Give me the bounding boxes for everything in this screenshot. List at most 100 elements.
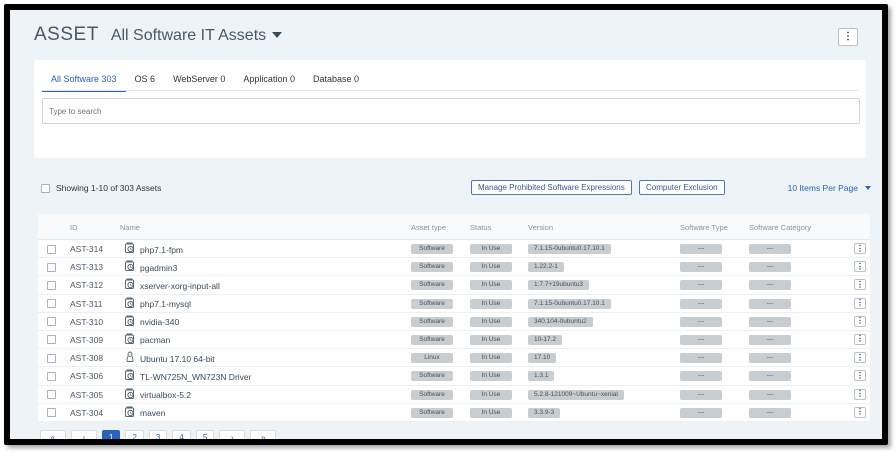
row-menu-button[interactable]: ⋮ [854, 352, 866, 364]
col-version[interactable]: Version [528, 223, 553, 232]
asset-id[interactable]: AST-305 [70, 390, 103, 400]
last-page-button[interactable]: » [250, 430, 277, 439]
row-checkbox[interactable] [47, 299, 56, 309]
row-checkbox[interactable] [47, 280, 56, 290]
page-4-button[interactable]: 4 [172, 430, 191, 439]
asset-type-badge: Software [411, 280, 453, 291]
asset-name[interactable]: Ubuntu 17.10 64-bit [140, 354, 215, 364]
page-5-button[interactable]: 5 [195, 430, 215, 439]
page-menu-button[interactable]: ⋮ [838, 28, 858, 46]
row-menu-button[interactable]: ⋮ [854, 388, 866, 400]
row-checkbox[interactable] [47, 353, 56, 363]
table-row[interactable]: AST-309 pacman Software In Use 10-17.2 --- ---… [38, 331, 870, 350]
kebab-menu-icon: ⋮ [856, 261, 864, 271]
row-checkbox[interactable] [47, 262, 56, 272]
asset-type-badge: Software [411, 262, 453, 273]
software-category-badge: --- [749, 389, 791, 400]
asset-name[interactable]: php7.1-mysql [140, 299, 191, 309]
next-page-button[interactable]: › [219, 430, 246, 439]
view-selector[interactable]: All Software IT Assets [111, 27, 283, 45]
col-id[interactable]: ID [70, 223, 78, 232]
software-category-badge: --- [749, 262, 791, 273]
asset-name[interactable]: pgadmin3 [140, 263, 177, 273]
table-row[interactable]: AST-310 nvidia-340 Software In Use 340.104-0… [38, 313, 870, 331]
row-checkbox[interactable] [47, 317, 56, 327]
table-row[interactable]: AST-306 TL-WN725N_WN723N Driver Software In… [38, 367, 870, 386]
select-all-checkbox[interactable] [41, 183, 50, 193]
software-type-badge: --- [680, 353, 722, 364]
table-row[interactable]: AST-313 pgadmin3 Software In Use 1.22.2-1 ---… [38, 258, 870, 277]
manage-prohibited-button[interactable]: Manage Prohibited Software Expressions [471, 180, 632, 195]
tab-webserver[interactable]: WebServer 0 [164, 70, 234, 92]
version-badge: 1.3.1 [528, 371, 555, 382]
table-row[interactable]: AST-305 virtualbox-5.2 Software In Use 5.2.8… [38, 386, 870, 404]
kebab-menu-icon: ⋮ [843, 31, 853, 42]
software-type-badge: --- [680, 389, 722, 400]
row-menu-button[interactable]: ⋮ [854, 406, 866, 418]
software-type-badge: --- [680, 371, 722, 382]
asset-name[interactable]: xserver-xorg-input-all [140, 281, 220, 291]
asset-name[interactable]: nvidia-340 [140, 317, 179, 327]
asset-id[interactable]: AST-308 [70, 353, 103, 363]
page-1-button[interactable]: 1 [102, 430, 121, 439]
asset-type-badge: Software [411, 371, 453, 382]
col-status[interactable]: Status [470, 223, 491, 232]
table-row[interactable]: AST-311 php7.1-mysql Software In Use 7.1.15-… [38, 295, 870, 313]
row-menu-button[interactable]: ⋮ [854, 261, 866, 273]
kebab-menu-icon: ⋮ [856, 298, 864, 308]
software-category-badge: --- [749, 334, 791, 345]
search-input[interactable] [42, 98, 860, 124]
asset-id[interactable]: AST-314 [70, 244, 103, 254]
first-page-button[interactable]: « [40, 430, 66, 439]
software-package-icon [124, 315, 136, 327]
prev-page-button[interactable]: ‹ [71, 430, 97, 439]
row-checkbox[interactable] [47, 408, 56, 418]
tab-database[interactable]: Database 0 [304, 70, 368, 92]
page-3-button[interactable]: 3 [148, 430, 168, 439]
filter-card: All Software 303 OS 6 WebServer 0 Applicati… [34, 60, 866, 158]
row-menu-button[interactable]: ⋮ [854, 370, 866, 382]
asset-name[interactable]: virtualbox-5.2 [140, 390, 191, 400]
col-asset-type[interactable]: Asset type [411, 223, 446, 232]
asset-id[interactable]: AST-306 [70, 371, 103, 381]
asset-id[interactable]: AST-309 [70, 335, 103, 345]
row-checkbox[interactable] [47, 335, 56, 345]
row-menu-button[interactable]: ⋮ [854, 297, 866, 309]
table-row[interactable]: AST-304 maven Software In Use 3.3.9-3 --- --- ⋮ [38, 404, 870, 422]
page-2-button[interactable]: 2 [125, 430, 144, 439]
asset-id[interactable]: AST-311 [70, 299, 102, 309]
row-checkbox[interactable] [47, 244, 56, 254]
row-checkbox[interactable] [47, 371, 56, 381]
row-menu-button[interactable]: ⋮ [854, 279, 866, 291]
col-name[interactable]: Name [120, 223, 140, 232]
computer-exclusion-button[interactable]: Computer Exclusion [639, 180, 725, 195]
tab-all[interactable]: All Software 303 [42, 70, 126, 92]
tab-application[interactable]: Application 0 [234, 70, 304, 92]
tab-os[interactable]: OS 6 [126, 70, 165, 92]
status-badge: In Use [470, 353, 512, 364]
asset-id[interactable]: AST-304 [70, 408, 103, 418]
version-badge: 3.3.9-3 [528, 407, 561, 418]
software-type-badge: --- [680, 244, 722, 254]
col-software-type[interactable]: Software Type [680, 223, 728, 232]
row-menu-button[interactable]: ⋮ [854, 315, 866, 327]
row-checkbox[interactable] [47, 390, 56, 399]
table-body: AST-314 php7.1-fpm Software In Use 7.1.15-0u… [38, 240, 870, 422]
status-badge: In Use [470, 389, 512, 400]
table-row[interactable]: AST-314 php7.1-fpm Software In Use 7.1.15-0u… [38, 240, 870, 259]
software-package-icon [124, 388, 136, 400]
row-menu-button[interactable]: ⋮ [854, 243, 866, 254]
asset-name[interactable]: TL-WN725N_WN723N Driver [140, 372, 251, 382]
row-menu-button[interactable]: ⋮ [854, 333, 866, 345]
per-page-selector[interactable]: 10 Items Per Page [788, 183, 871, 193]
asset-type-badge: Linux [411, 353, 453, 364]
asset-id[interactable]: AST-313 [70, 262, 103, 272]
asset-id[interactable]: AST-310 [70, 317, 103, 327]
asset-id[interactable]: AST-312 [70, 280, 103, 290]
asset-name[interactable]: pacman [140, 335, 170, 345]
table-row[interactable]: AST-308 Ubuntu 17.10 64-bit Linux In Use 17.… [38, 349, 870, 368]
asset-name[interactable]: maven [140, 408, 166, 418]
asset-name[interactable]: php7.1-fpm [140, 245, 183, 255]
col-software-category[interactable]: Software Category [749, 223, 811, 232]
table-row[interactable]: AST-312 xserver-xorg-input-all Software In … [38, 276, 870, 295]
